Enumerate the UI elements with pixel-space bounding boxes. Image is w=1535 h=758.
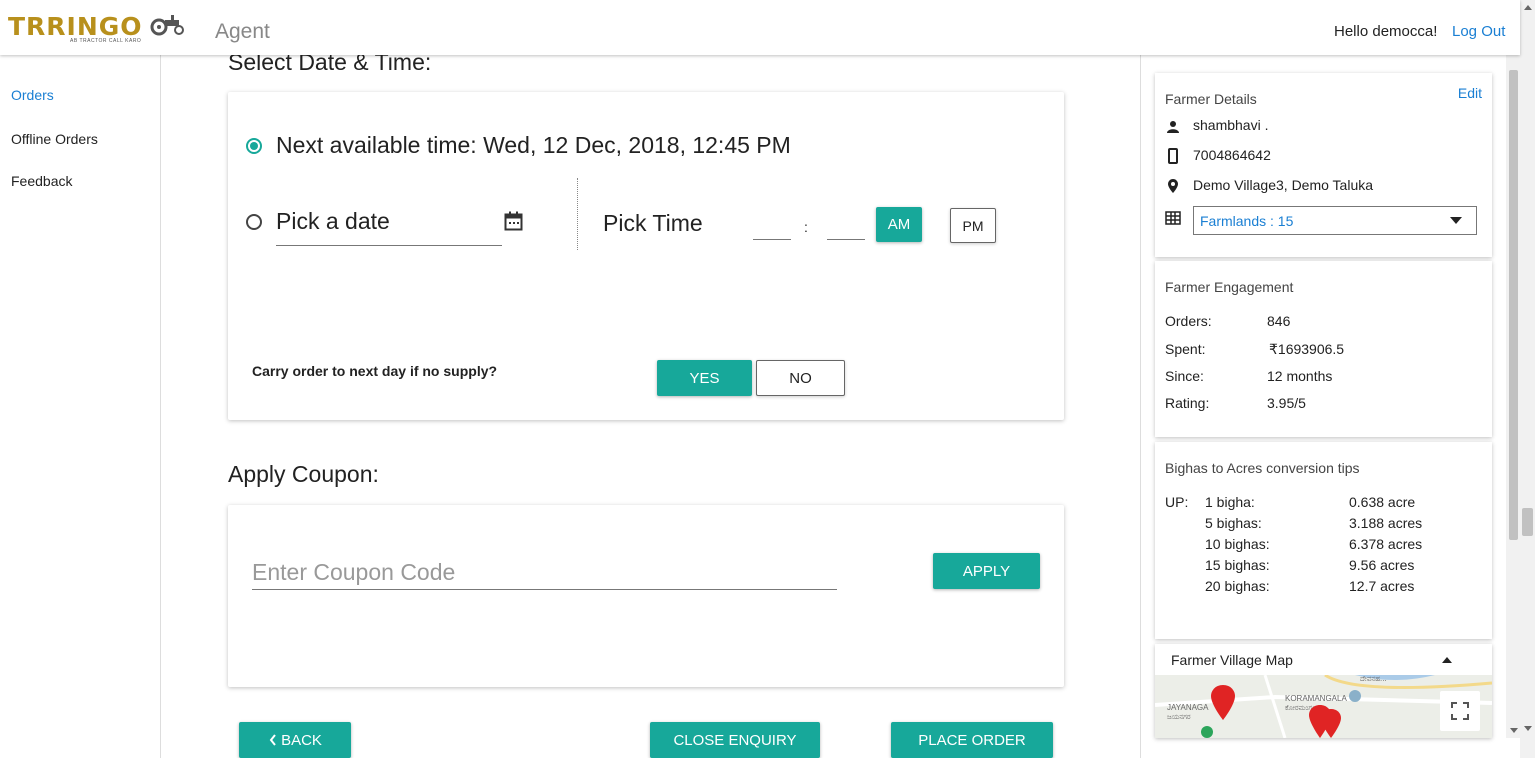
map-label-top: ದೇವನಹ...: [1360, 675, 1387, 683]
coupon-section-title: Apply Coupon:: [228, 461, 379, 487]
rating-value: 3.95/5: [1267, 395, 1306, 411]
am-button[interactable]: AM: [876, 207, 922, 242]
acre-15: 9.56 acres: [1349, 557, 1415, 573]
sidebar-item-feedback[interactable]: Feedback: [11, 173, 72, 189]
scroll-up-arrow-icon[interactable]: [1524, 5, 1532, 10]
close-enquiry-button[interactable]: CLOSE ENQUIRY: [650, 722, 820, 758]
map-label-koramangala: KORAMANGALA: [1285, 694, 1347, 703]
sidebar-item-offline-orders[interactable]: Offline Orders: [11, 131, 98, 147]
logo-text: TRRINGO: [8, 12, 143, 41]
pick-date-field[interactable]: Pick a date: [276, 208, 502, 246]
farmer-engagement-card: Farmer Engagement Orders: 846 Spent: ₹16…: [1155, 261, 1492, 437]
phone-icon: [1168, 148, 1178, 164]
village-map[interactable]: JAYANAGA ಜಯನಗರ KORAMANGALA ಕೋರಮಂಗಲ ದೇವನಹ…: [1155, 675, 1492, 738]
page-scrollbar[interactable]: [1520, 0, 1535, 758]
right-panel: Farmer Details Edit shambhavi . 70048646…: [1140, 55, 1505, 758]
apply-coupon-button[interactable]: APPLY: [933, 553, 1040, 589]
map-label-jayanagar: JAYANAGA: [1167, 703, 1209, 712]
farmer-details-title: Farmer Details: [1165, 91, 1257, 107]
bigha-15: 15 bighas:: [1205, 557, 1270, 573]
carry-no-button[interactable]: NO: [756, 360, 845, 396]
tractor-icon: [150, 15, 184, 36]
map-title: Farmer Village Map: [1171, 652, 1293, 668]
farmer-details-card: Farmer Details Edit shambhavi . 70048646…: [1155, 73, 1492, 257]
since-value: 12 months: [1267, 368, 1333, 384]
map-graphic: JAYANAGA ಜಯನಗರ KORAMANGALA ಕೋರಮಂಗಲ ದೇವನಹ…: [1155, 675, 1492, 738]
edit-farmer-link[interactable]: Edit: [1458, 85, 1482, 101]
farmlands-select-value: Farmlands : 15: [1200, 213, 1294, 229]
acre-1: 0.638 acre: [1349, 494, 1416, 510]
right-panel-scroll-thumb[interactable]: [1509, 70, 1518, 540]
conversion-title: Bighas to Acres conversion tips: [1165, 460, 1360, 476]
orders-value: 846: [1267, 313, 1291, 329]
right-panel-scroll-down-arrow-icon[interactable]: [1510, 728, 1518, 733]
pm-button[interactable]: PM: [950, 208, 996, 243]
spent-label: Spent:: [1165, 341, 1206, 357]
farmer-phone: 7004864642: [1193, 147, 1271, 163]
acre-10: 6.378 acres: [1349, 536, 1423, 552]
conversion-tips-card: Bighas to Acres conversion tips UP: 1 bi…: [1155, 442, 1492, 639]
pick-time-label: Pick Time: [603, 210, 703, 236]
bigha-1: 1 bigha:: [1205, 494, 1255, 510]
top-header: TRRINGO AB TRACTOR CALL KARO Agent Hello…: [0, 0, 1520, 55]
farmer-location: Demo Village3, Demo Taluka: [1193, 177, 1374, 193]
scroll-down-arrow-icon[interactable]: [1524, 726, 1532, 731]
page-scroll-thumb[interactable]: [1522, 508, 1533, 536]
rating-label: Rating:: [1165, 395, 1210, 411]
divider: [577, 178, 578, 250]
coupon-code-input[interactable]: Enter Coupon Code: [252, 559, 837, 590]
back-button-label: BACK: [281, 731, 322, 749]
minute-input[interactable]: [827, 216, 865, 240]
acre-20: 12.7 acres: [1349, 578, 1415, 594]
state-label: UP:: [1165, 494, 1189, 510]
spent-value: ₹1693906.5: [1269, 341, 1345, 357]
pick-date-radio[interactable]: [246, 214, 262, 230]
app-name: Agent: [215, 20, 270, 43]
fullscreen-icon[interactable]: [1450, 701, 1470, 721]
farmer-village-map-card: Farmer Village Map JAYANAGA ಜಯನಗರ KORAMA…: [1155, 644, 1492, 738]
carry-yes-button[interactable]: YES: [657, 360, 752, 396]
location-pin-icon: [1168, 179, 1178, 193]
farmlands-select[interactable]: Farmlands : 15: [1193, 206, 1477, 235]
time-colon: :: [804, 219, 808, 235]
since-label: Since:: [1165, 368, 1204, 384]
farmer-name: shambhavi .: [1193, 117, 1269, 133]
next-available-radio[interactable]: [246, 138, 262, 154]
engagement-title: Farmer Engagement: [1165, 279, 1294, 295]
orders-label: Orders:: [1165, 313, 1212, 329]
calendar-icon[interactable]: [504, 211, 523, 231]
acre-5: 3.188 acres: [1349, 515, 1423, 531]
bigha-5: 5 bighas:: [1205, 515, 1262, 531]
greeting-text: Hello democca!: [1334, 23, 1438, 40]
coupon-card: Enter Coupon Code APPLY: [228, 505, 1064, 687]
bigha-20: 20 bighas:: [1205, 578, 1270, 594]
person-icon: [1167, 121, 1179, 133]
place-order-button[interactable]: PLACE ORDER: [891, 722, 1053, 758]
dropdown-arrow-icon: [1450, 217, 1462, 224]
back-button[interactable]: BACK: [239, 722, 351, 758]
carry-order-question: Carry order to next day if no supply?: [252, 363, 498, 379]
chevron-left-icon: [269, 734, 276, 746]
logout-link[interactable]: Log Out: [1452, 23, 1505, 40]
trringo-logo[interactable]: TRRINGO AB TRACTOR CALL KARO: [8, 12, 184, 46]
map-label-jayanagar-kn: ಜಯನಗರ: [1167, 713, 1191, 721]
schedule-card: Next available time: Wed, 12 Dec, 2018, …: [228, 92, 1064, 420]
grid-icon: [1165, 211, 1181, 225]
sidebar-item-orders[interactable]: Orders: [11, 87, 54, 103]
collapse-arrow-icon[interactable]: [1442, 657, 1452, 663]
next-available-label: Next available time: Wed, 12 Dec, 2018, …: [276, 132, 791, 158]
bigha-10: 10 bighas:: [1205, 536, 1270, 552]
logo-tagline: AB TRACTOR CALL KARO: [70, 38, 142, 44]
hour-input[interactable]: [753, 216, 791, 240]
sidebar: Orders Offline Orders Feedback: [0, 55, 161, 758]
